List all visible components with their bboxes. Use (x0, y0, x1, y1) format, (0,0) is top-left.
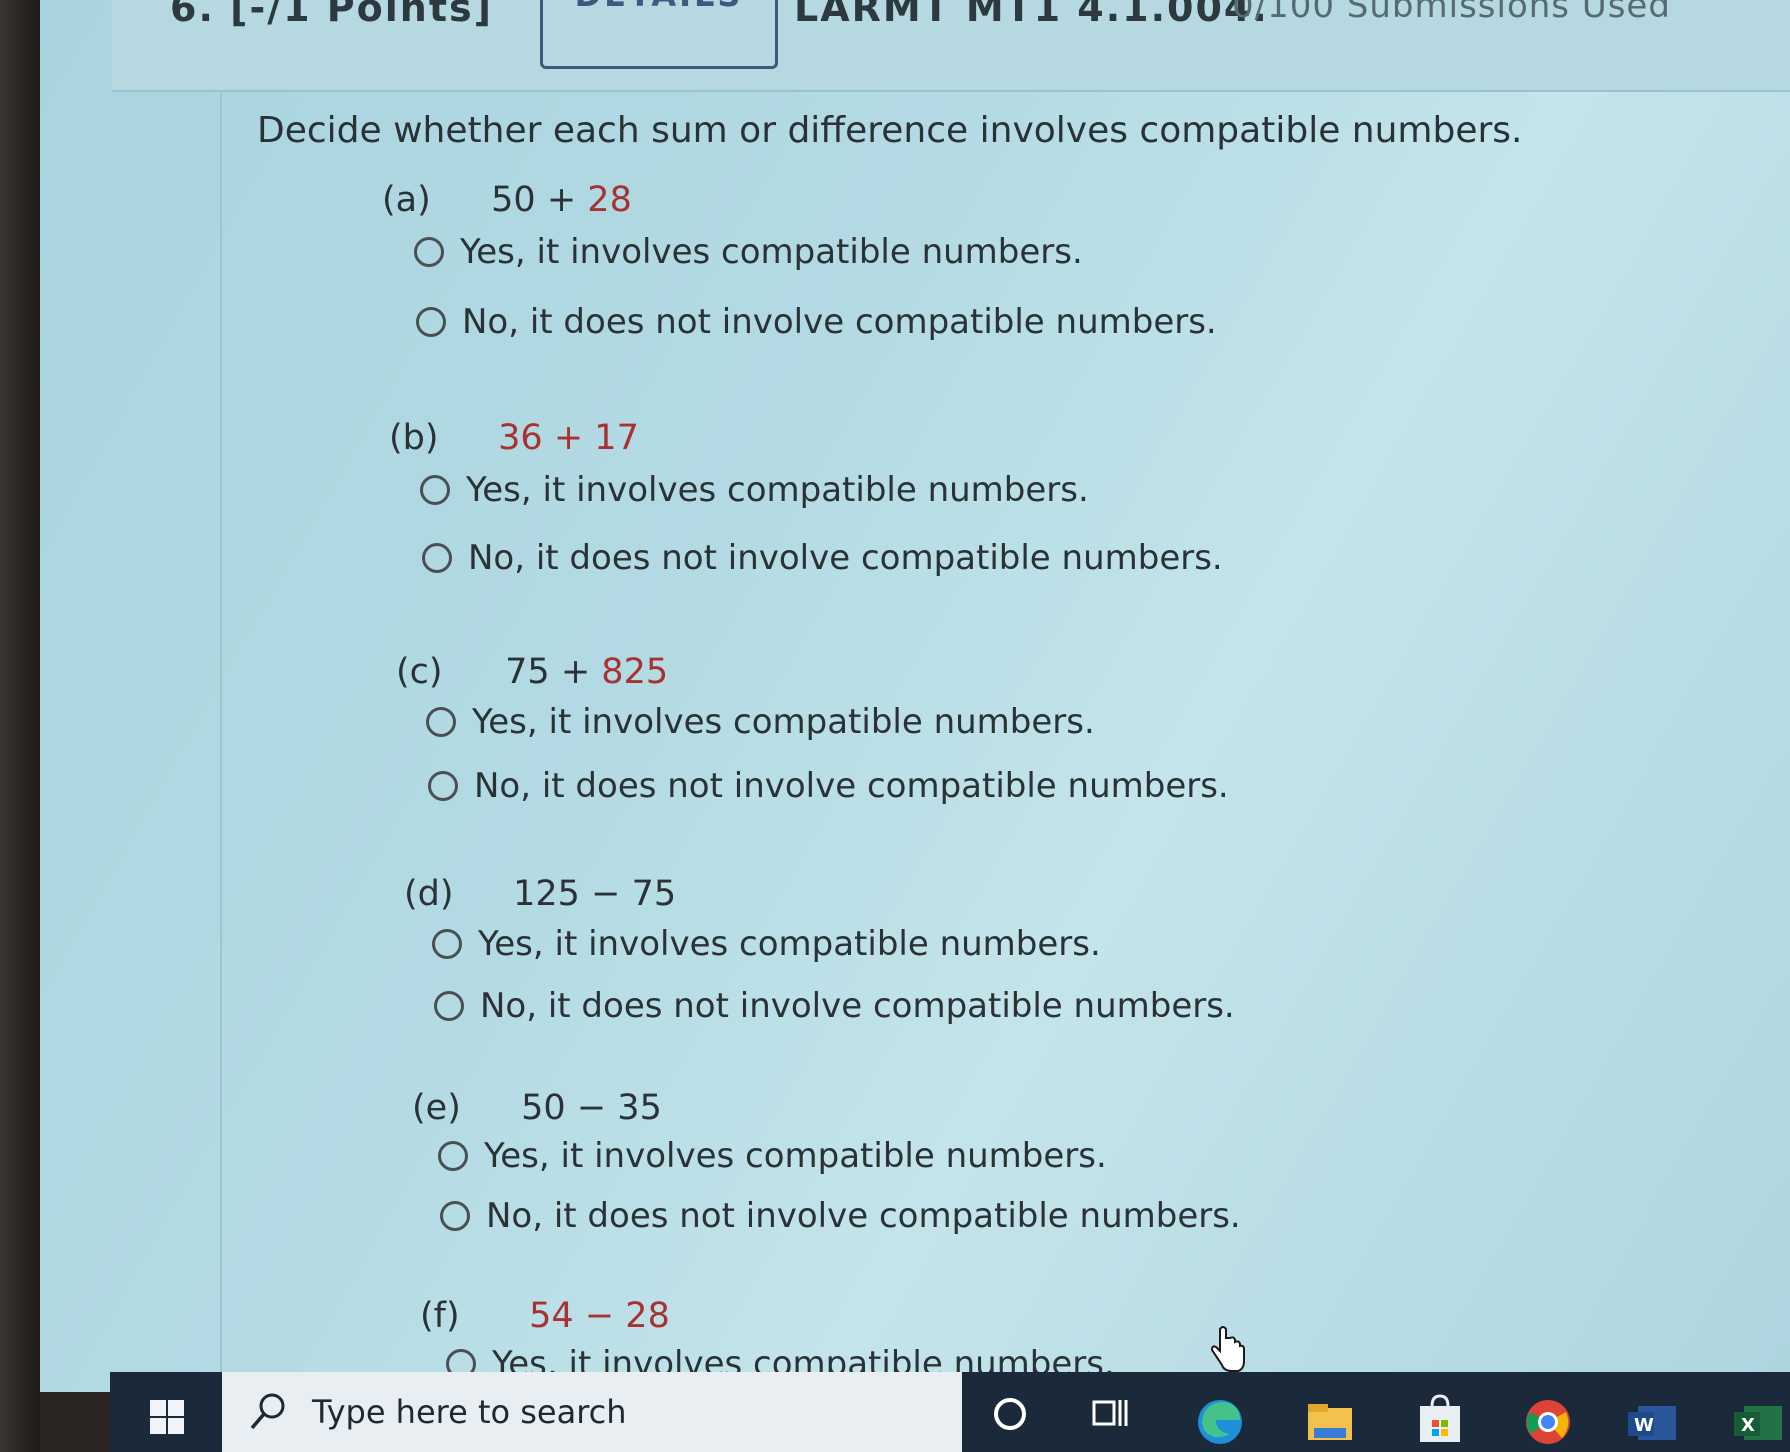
option-label: No, it does not involve compatible numbe… (474, 766, 1229, 806)
part-label: (a) (382, 180, 431, 220)
part-f-expression: (f) 54 − 28 (420, 1296, 670, 1336)
part-c-no-option[interactable]: No, it does not involve compatible numbe… (428, 766, 1229, 806)
part-b-expression: (b) 36 + 17 (389, 418, 639, 458)
radio-button[interactable] (414, 237, 444, 267)
part-label: (f) (420, 1296, 460, 1336)
option-label: No, it does not involve compatible numbe… (462, 302, 1217, 342)
part-label: (b) (389, 418, 439, 458)
search-placeholder: Type here to search (312, 1393, 627, 1431)
hand-cursor-icon (1210, 1326, 1245, 1372)
operand-2: 28 (587, 180, 632, 220)
radio-button[interactable] (440, 1201, 470, 1231)
part-a-yes-option[interactable]: Yes, it involves compatible numbers. (414, 232, 1083, 272)
operand-2: 17 (594, 418, 639, 458)
part-c-yes-option[interactable]: Yes, it involves compatible numbers. (426, 702, 1095, 742)
edge-browser-icon[interactable] (1194, 1392, 1246, 1444)
taskbar: Type here to search W X (110, 1372, 1790, 1452)
operand-1: 50 (521, 1088, 566, 1128)
details-label: DETAILS (575, 0, 744, 14)
radio-button[interactable] (426, 707, 456, 737)
search-icon (250, 1393, 285, 1430)
radio-button[interactable] (428, 771, 458, 801)
operand-1: 36 (498, 418, 543, 458)
option-label: No, it does not involve compatible numbe… (486, 1196, 1241, 1236)
question-prompt: Decide whether each sum or difference in… (257, 110, 1523, 151)
operand-1: 54 (529, 1296, 574, 1336)
part-e-yes-option[interactable]: Yes, it involves compatible numbers. (438, 1136, 1107, 1176)
operand-2: 28 (625, 1296, 670, 1336)
option-label: No, it does not involve compatible numbe… (468, 538, 1223, 578)
part-d-yes-option[interactable]: Yes, it involves compatible numbers. (432, 924, 1101, 964)
windows-start-icon[interactable] (150, 1400, 184, 1434)
option-label: Yes, it involves compatible numbers. (472, 702, 1095, 742)
word-app-icon[interactable]: W (1624, 1392, 1680, 1444)
radio-button[interactable] (422, 543, 452, 573)
task-view-icon[interactable] (1090, 1392, 1130, 1432)
option-label: Yes, it involves compatible numbers. (478, 924, 1101, 964)
operator: + (546, 180, 577, 220)
taskbar-search-box[interactable]: Type here to search (222, 1372, 962, 1452)
option-label: Yes, it involves compatible numbers. (484, 1136, 1107, 1176)
operand-1: 125 (513, 874, 580, 914)
screen: 6. [-/1 Points] DETAILS LARMT MT1 4.1.00… (40, 0, 1790, 1392)
option-label: No, it does not involve compatible numbe… (480, 986, 1235, 1026)
part-e-expression: (e) 50 − 35 (412, 1088, 662, 1128)
points-label: 6. [-/1 Points] (170, 0, 493, 30)
operator: − (591, 874, 621, 914)
microsoft-store-icon[interactable] (1414, 1392, 1466, 1444)
part-b-yes-option[interactable]: Yes, it involves compatible numbers. (420, 470, 1089, 510)
operand-2: 825 (601, 652, 669, 692)
part-d-expression: (d) 125 − 75 (404, 874, 676, 914)
operand-2: 75 (631, 874, 677, 914)
operand-2: 35 (617, 1088, 662, 1128)
radio-button[interactable] (432, 929, 462, 959)
radio-button[interactable] (434, 991, 464, 1021)
part-a-expression: (a) 50 + 28 (382, 180, 632, 220)
submissions-count: 0/100 Submissions Used (1232, 0, 1671, 26)
operand-1: 75 (505, 652, 550, 692)
excel-app-icon[interactable]: X (1730, 1392, 1786, 1444)
file-explorer-icon[interactable] (1304, 1392, 1356, 1444)
part-e-no-option[interactable]: No, it does not involve compatible numbe… (440, 1196, 1241, 1236)
part-label: (c) (396, 652, 443, 692)
option-label: Yes, it involves compatible numbers. (466, 470, 1089, 510)
svg-text:W: W (1634, 1415, 1654, 1436)
part-label: (d) (404, 874, 454, 914)
radio-button[interactable] (438, 1141, 468, 1171)
problem-id: LARMT MT1 4.1.004. (794, 0, 1269, 30)
option-label: Yes, it involves compatible numbers. (460, 232, 1083, 272)
operator: + (560, 652, 591, 692)
radio-button[interactable] (420, 475, 450, 505)
part-a-no-option[interactable]: No, it does not involve compatible numbe… (416, 302, 1217, 342)
part-label: (e) (412, 1088, 461, 1128)
part-b-no-option[interactable]: No, it does not involve compatible numbe… (422, 538, 1223, 578)
chrome-browser-icon[interactable] (1522, 1392, 1574, 1444)
cortana-icon[interactable] (990, 1392, 1030, 1432)
operator: − (584, 1296, 615, 1336)
radio-button[interactable] (416, 307, 446, 337)
monitor-bezel (0, 0, 40, 1452)
content-divider (220, 90, 222, 1392)
part-d-no-option[interactable]: No, it does not involve compatible numbe… (434, 986, 1235, 1026)
svg-text:X: X (1741, 1415, 1755, 1436)
part-c-expression: (c) 75 + 825 (396, 652, 668, 692)
question-header: 6. [-/1 Points] DETAILS LARMT MT1 4.1.00… (112, 0, 1790, 92)
details-button[interactable]: DETAILS (540, 0, 778, 69)
operand-1: 50 (491, 180, 536, 220)
operator: − (576, 1088, 607, 1128)
operator: + (553, 418, 584, 458)
